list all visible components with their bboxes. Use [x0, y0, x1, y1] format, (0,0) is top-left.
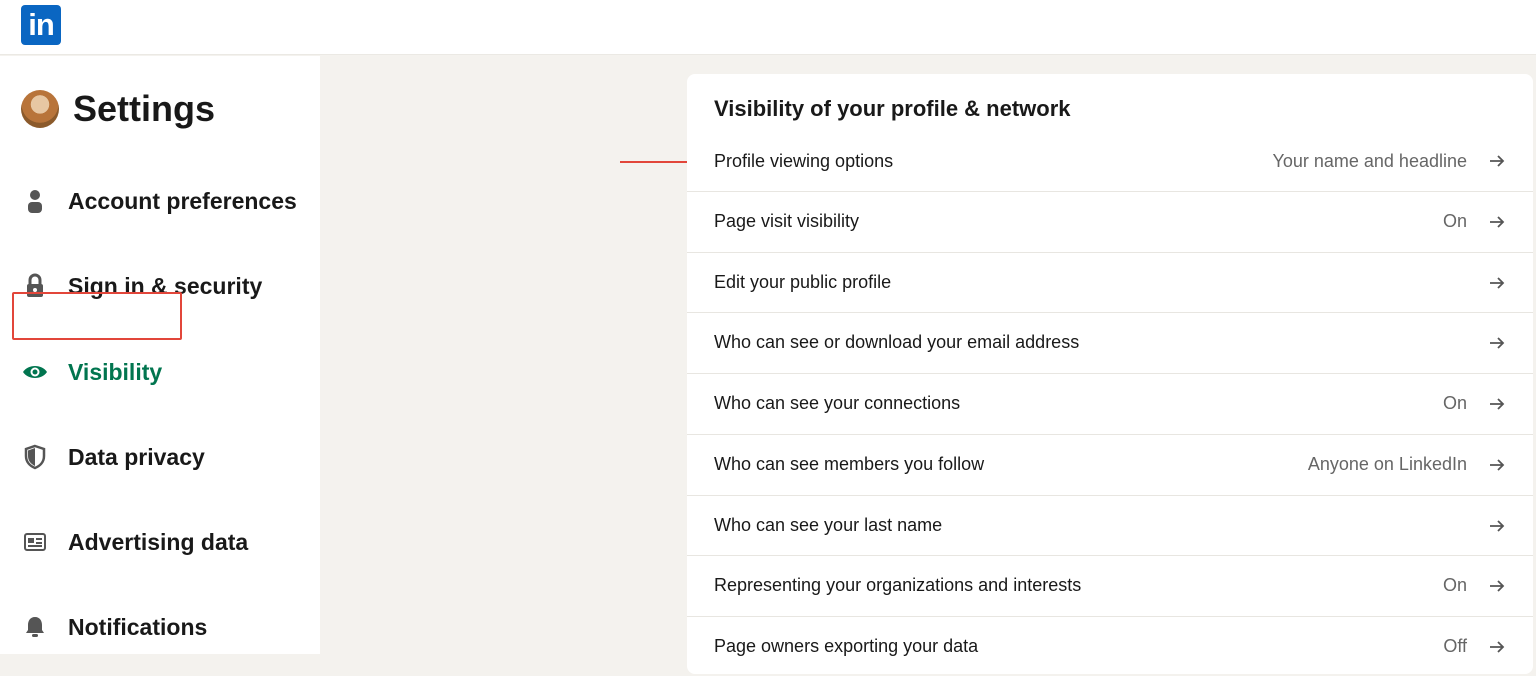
setting-row-last-name[interactable]: Who can see your last name: [687, 495, 1533, 555]
top-bar: in: [0, 0, 1536, 55]
arrow-right-icon: [1488, 152, 1506, 170]
avatar[interactable]: [21, 90, 59, 128]
setting-value: Your name and headline: [1272, 150, 1468, 171]
setting-row-members-you-follow[interactable]: Who can see members you follow Anyone on…: [687, 434, 1533, 494]
arrow-right-icon: [1488, 456, 1506, 474]
arrow-right-icon: [1488, 395, 1506, 413]
setting-value: On: [1442, 211, 1467, 231]
highlight-box: [12, 292, 182, 340]
setting-label: Profile viewing options: [714, 150, 894, 171]
setting-row-profile-viewing-options[interactable]: Profile viewing options Your name and he…: [687, 131, 1533, 191]
settings-header: Settings: [21, 88, 215, 130]
setting-row-page-visit-visibility[interactable]: Page visit visibility On: [687, 191, 1533, 251]
section-title: Visibility of your profile & network: [714, 96, 1071, 121]
setting-row-email-visibility[interactable]: Who can see or download your email addre…: [687, 312, 1533, 372]
visibility-settings-card: Visibility of your profile & network Pro…: [687, 74, 1533, 674]
sidebar-item-account-preferences[interactable]: Account preferences: [20, 178, 297, 224]
setting-label: Who can see or download your email addre…: [714, 332, 1080, 352]
setting-row-connections-visibility[interactable]: Who can see your connections On: [687, 373, 1533, 433]
arrow-right-icon: [1488, 274, 1506, 292]
setting-row-organizations-interests[interactable]: Representing your organizations and inte…: [687, 555, 1533, 615]
arrow-right-icon: [1488, 334, 1506, 352]
setting-value: Anyone on LinkedIn: [1307, 454, 1467, 474]
arrow-right-icon: [1488, 638, 1506, 656]
sidebar-item-label: Notifications: [68, 613, 208, 640]
sidebar-item-label: Visibility: [68, 358, 163, 385]
setting-row-page-owners-exporting[interactable]: Page owners exporting your data Off: [687, 616, 1533, 676]
setting-label: Page visit visibility: [714, 211, 860, 231]
shield-icon: [20, 442, 50, 472]
sidebar-item-data-privacy[interactable]: Data privacy: [20, 434, 205, 480]
setting-label: Who can see your connections: [714, 393, 961, 413]
person-icon: [20, 186, 50, 216]
page-title: Settings: [73, 88, 216, 129]
arrow-right-icon: [1488, 517, 1506, 535]
sidebar-item-label: Advertising data: [68, 528, 249, 555]
linkedin-logo[interactable]: in: [21, 5, 61, 45]
settings-sidebar: Settings Account preferences Sign in & s…: [0, 56, 320, 654]
bell-icon: [20, 612, 50, 642]
setting-value: On: [1442, 575, 1467, 595]
setting-label: Representing your organizations and inte…: [714, 575, 1082, 595]
setting-value: On: [1442, 393, 1467, 413]
arrow-right-icon: [1488, 577, 1506, 595]
sidebar-item-visibility[interactable]: Visibility: [20, 349, 162, 395]
setting-label: Who can see your last name: [714, 515, 943, 535]
eye-icon: [20, 357, 50, 387]
sidebar-item-notifications[interactable]: Notifications: [20, 604, 207, 650]
sidebar-item-label: Data privacy: [68, 443, 205, 470]
setting-label: Who can see members you follow: [714, 454, 985, 474]
sidebar-item-label: Account preferences: [68, 187, 297, 214]
arrow-right-icon: [1488, 213, 1506, 231]
setting-row-edit-public-profile[interactable]: Edit your public profile: [687, 252, 1533, 312]
setting-label: Edit your public profile: [714, 272, 892, 292]
newspaper-icon: [20, 527, 50, 557]
sidebar-item-advertising-data[interactable]: Advertising data: [20, 519, 248, 565]
